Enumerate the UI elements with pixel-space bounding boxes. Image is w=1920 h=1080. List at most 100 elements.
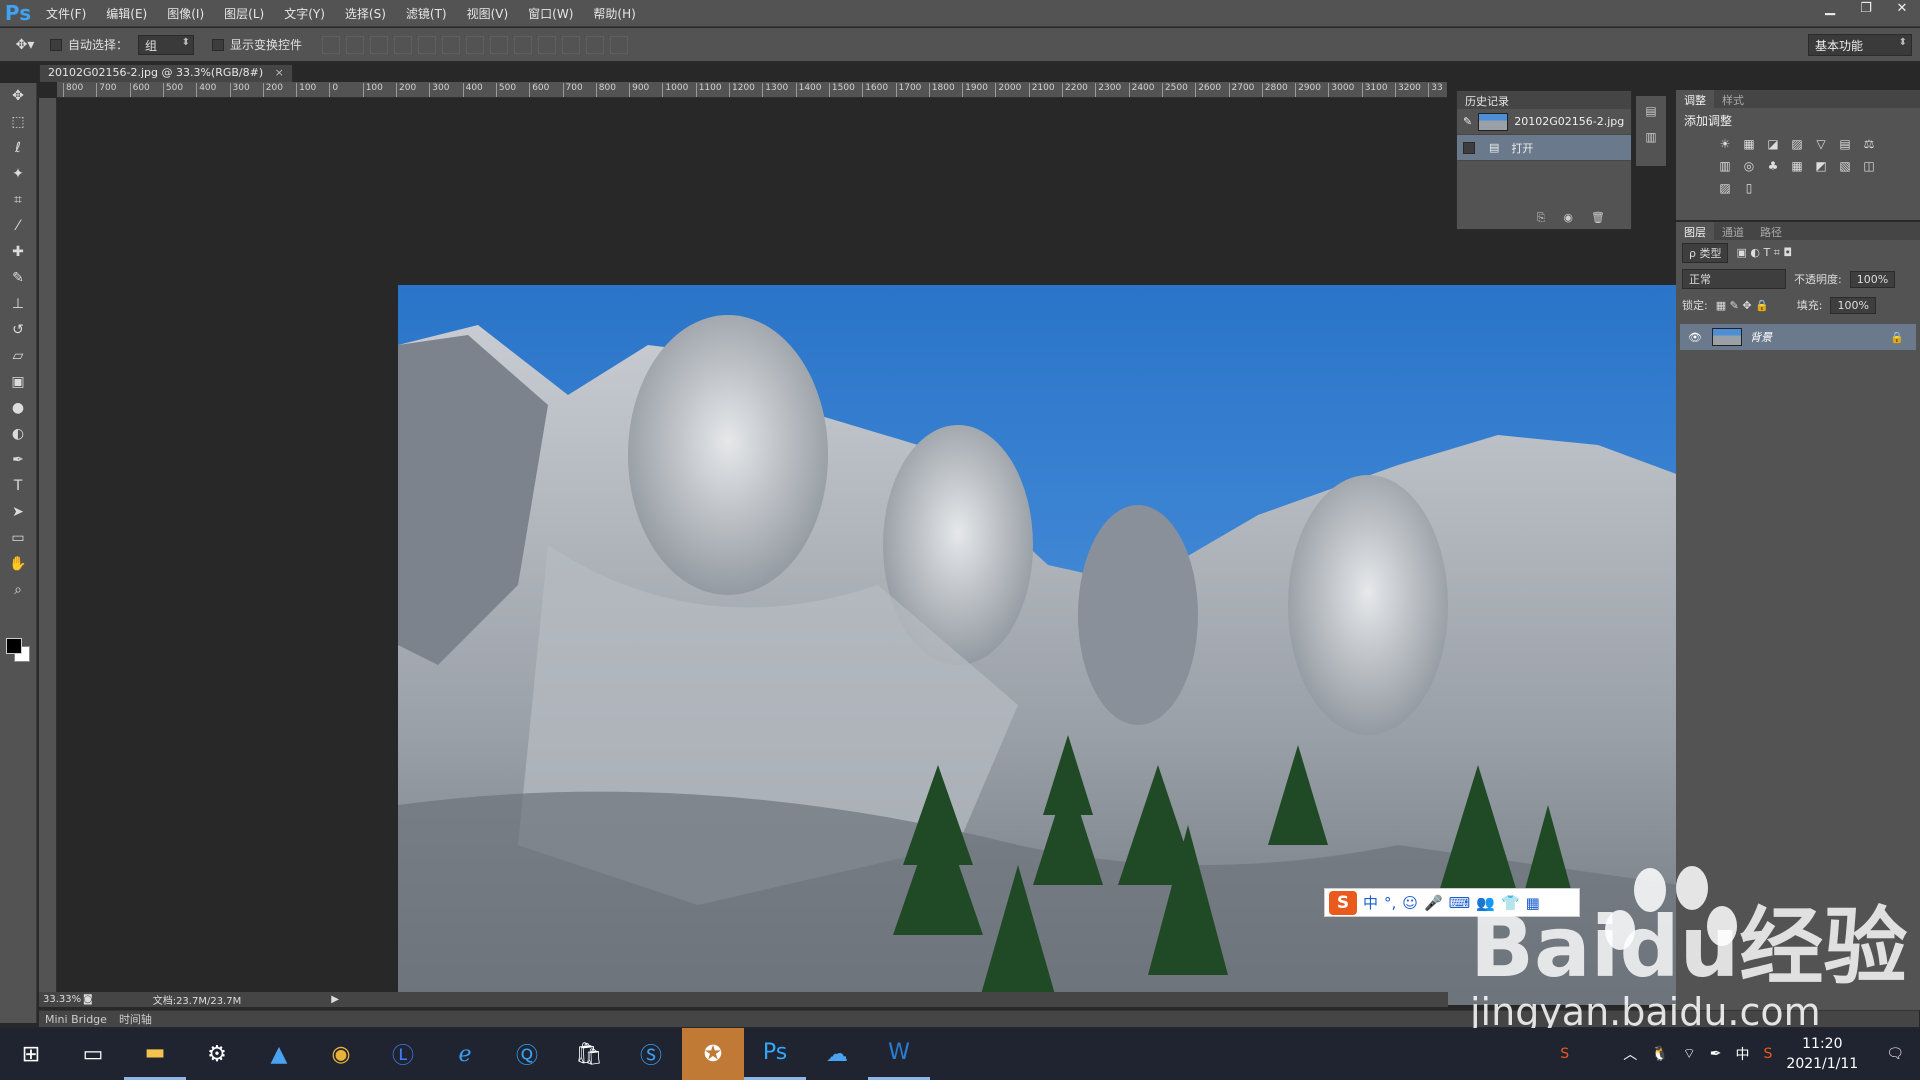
settings-icon[interactable]: ⚙ bbox=[186, 1028, 248, 1080]
auto-select-dropdown[interactable]: 组 bbox=[138, 34, 195, 55]
menu-filter[interactable]: 滤镜(T) bbox=[396, 5, 457, 22]
menu-image[interactable]: 图像(I) bbox=[157, 5, 214, 22]
document-tab[interactable]: 20102G02156-2.jpg @ 33.3%(RGB/8#) × bbox=[39, 64, 293, 82]
eyedropper-icon[interactable]: ⁄ bbox=[0, 213, 36, 239]
layer-filter-select[interactable]: ρ 类型 bbox=[1682, 243, 1729, 263]
photos-icon[interactable]: ▲ bbox=[248, 1028, 310, 1080]
shape-icon[interactable]: ▭ bbox=[0, 525, 36, 551]
distribute-right-icon[interactable] bbox=[586, 35, 605, 54]
healing-brush-icon[interactable]: ✚ bbox=[0, 239, 36, 265]
blur-icon[interactable]: ● bbox=[0, 395, 36, 421]
menu-edit[interactable]: 编辑(E) bbox=[96, 5, 157, 22]
foreground-color-swatch[interactable] bbox=[6, 638, 22, 654]
distribute-hcenter-icon[interactable] bbox=[562, 35, 581, 54]
close-button[interactable]: ✕ bbox=[1884, 0, 1920, 20]
gradient-icon[interactable]: ▣ bbox=[0, 369, 36, 395]
auto-align-icon[interactable] bbox=[610, 35, 629, 54]
channel-mixer-icon[interactable]: ♣ bbox=[1764, 159, 1782, 175]
tab-styles[interactable]: 样式 bbox=[1714, 90, 1752, 108]
menu-layer[interactable]: 图层(L) bbox=[214, 5, 274, 22]
ime-keyboard-icon[interactable]: ⌨ bbox=[1449, 894, 1471, 912]
sogou-tray-icon[interactable]: S bbox=[1560, 1046, 1569, 1062]
align-hcenter-icon[interactable] bbox=[418, 35, 437, 54]
clone-stamp-icon[interactable]: ⊥ bbox=[0, 291, 36, 317]
sogou-tray-icon-2[interactable]: S bbox=[1764, 1046, 1773, 1062]
tab-layers[interactable]: 图层 bbox=[1676, 222, 1714, 240]
horizontal-ruler[interactable]: 800 700 600 500 400 300 200 100 0 100 200 300 400 500… bbox=[57, 82, 1447, 98]
menu-file[interactable]: 文件(F) bbox=[36, 5, 96, 22]
chrome-icon[interactable]: ◉ bbox=[310, 1028, 372, 1080]
brightness-icon[interactable]: ☀ bbox=[1716, 137, 1734, 153]
show-hidden-icons-icon[interactable]: ︿ bbox=[1623, 1044, 1637, 1064]
color-balance-icon[interactable]: ⚖ bbox=[1860, 137, 1878, 153]
tab-paths[interactable]: 路径 bbox=[1752, 222, 1790, 240]
network-icon[interactable]: ⌔ bbox=[1683, 1045, 1696, 1063]
crop-icon[interactable]: ⌗ bbox=[0, 187, 36, 213]
zoom-icon[interactable]: ⌕ bbox=[0, 577, 36, 603]
lasso-icon[interactable]: ℓ bbox=[0, 135, 36, 161]
ime-voice-icon[interactable]: 🎤 bbox=[1424, 894, 1443, 912]
move-tool-icon[interactable]: ✥▾ bbox=[0, 37, 50, 53]
color-lookup-icon[interactable]: ▦ bbox=[1788, 159, 1806, 175]
move-icon[interactable]: ✥ bbox=[0, 83, 36, 109]
invert-icon[interactable]: ◩ bbox=[1812, 159, 1830, 175]
photo-filter-icon[interactable]: ◎ bbox=[1740, 159, 1758, 175]
qq-tray-icon[interactable]: 🐧 bbox=[1651, 1046, 1668, 1062]
ime-chinese-mode[interactable]: 中 bbox=[1363, 892, 1378, 913]
posterize-icon[interactable]: ▧ bbox=[1836, 159, 1854, 175]
history-step[interactable]: ▤ 打开 bbox=[1457, 135, 1631, 161]
show-transform-checkbox[interactable] bbox=[212, 38, 225, 51]
menu-select[interactable]: 选择(S) bbox=[335, 5, 396, 22]
lock-icons[interactable]: ▦ ✎ ✥ 🔒 bbox=[1716, 299, 1769, 312]
eraser-icon[interactable]: ▱ bbox=[0, 343, 36, 369]
marquee-icon[interactable]: ⬚ bbox=[0, 109, 36, 135]
type-icon[interactable]: T bbox=[0, 473, 36, 499]
align-left-icon[interactable] bbox=[394, 35, 413, 54]
file-explorer-icon[interactable]: ▬ bbox=[124, 1028, 186, 1080]
minimize-button[interactable]: ▁ bbox=[1812, 0, 1848, 20]
history-step-checkbox[interactable] bbox=[1463, 141, 1475, 154]
history-panel-icon[interactable]: ▤ bbox=[1636, 96, 1666, 118]
filter-icons[interactable]: ▣ ◐ T ⌗ ◘ bbox=[1736, 246, 1792, 260]
ime-punctuation-icon[interactable]: °, bbox=[1384, 894, 1396, 912]
q-app-icon[interactable]: Ⓠ bbox=[496, 1028, 558, 1080]
brush-icon[interactable]: ✎ bbox=[0, 265, 36, 291]
close-document-icon[interactable]: × bbox=[275, 66, 284, 79]
vertical-ruler[interactable] bbox=[39, 98, 57, 992]
baidu-netdisk-icon[interactable]: ☁ bbox=[806, 1028, 868, 1080]
path-select-icon[interactable]: ➤ bbox=[0, 499, 36, 525]
levels-icon[interactable]: ▦ bbox=[1740, 137, 1758, 153]
menu-help[interactable]: 帮助(H) bbox=[583, 5, 645, 22]
align-bottom-icon[interactable] bbox=[370, 35, 389, 54]
store-icon[interactable]: 🛍 bbox=[558, 1028, 620, 1080]
notification-center-icon[interactable]: 🗨 bbox=[1886, 1046, 1904, 1062]
status-icon[interactable]: ◙ bbox=[83, 994, 93, 1005]
gradient-map-icon[interactable]: ▯ bbox=[1740, 181, 1758, 197]
align-vcenter-icon[interactable] bbox=[346, 35, 365, 54]
restore-button[interactable]: ❐ bbox=[1848, 0, 1884, 20]
doc-size[interactable]: 文档:23.7M/23.7M bbox=[153, 992, 242, 1007]
history-snapshot[interactable]: ✎ 20102G02156-2.jpg bbox=[1457, 109, 1631, 135]
auto-select-checkbox[interactable] bbox=[50, 38, 62, 51]
layer-row-background[interactable]: 👁 背景 🔒 bbox=[1680, 324, 1916, 350]
align-right-icon[interactable] bbox=[442, 35, 461, 54]
status-arrow-icon[interactable]: ▶ bbox=[331, 994, 339, 1005]
selective-color-icon[interactable]: ▨ bbox=[1716, 181, 1734, 197]
seal-app-icon[interactable]: ✪ bbox=[682, 1028, 744, 1080]
word-icon[interactable]: W bbox=[868, 1028, 930, 1080]
hue-saturation-icon[interactable]: ▤ bbox=[1836, 137, 1854, 153]
fill-field[interactable]: 100% bbox=[1830, 296, 1876, 314]
history-brush-source-icon[interactable]: ✎ bbox=[1463, 115, 1472, 128]
pen-icon[interactable]: ✒ bbox=[0, 447, 36, 473]
zoom-level[interactable]: 33.33% bbox=[39, 994, 83, 1005]
tab-mini-bridge[interactable]: Mini Bridge bbox=[39, 1013, 113, 1026]
workspace-switcher[interactable]: 基本功能 bbox=[1808, 34, 1912, 56]
ime-emoji-icon[interactable]: ☺ bbox=[1402, 894, 1418, 912]
sogou-app-icon[interactable]: Ⓢ bbox=[620, 1028, 682, 1080]
distribute-left-icon[interactable] bbox=[538, 35, 557, 54]
exposure-icon[interactable]: ▨ bbox=[1788, 137, 1806, 153]
task-view-icon[interactable]: ▭ bbox=[62, 1028, 124, 1080]
black-white-icon[interactable]: ▥ bbox=[1716, 159, 1734, 175]
new-document-from-state-icon[interactable]: ⎘ bbox=[1537, 211, 1546, 225]
distribute-top-icon[interactable] bbox=[466, 35, 485, 54]
